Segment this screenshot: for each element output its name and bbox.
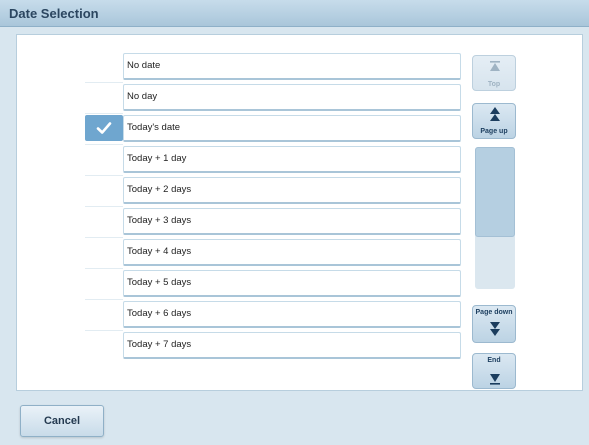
list-item-label: Today's date [123, 115, 461, 142]
page-down-button[interactable]: Page down [472, 305, 516, 343]
list-item-label: Today + 4 days [123, 239, 461, 266]
list-item-label: Today + 2 days [123, 177, 461, 204]
list-item[interactable]: Today + 6 days [85, 301, 461, 328]
list-item-label: Today + 6 days [123, 301, 461, 328]
list-item[interactable]: Today + 4 days [85, 239, 461, 266]
row-separator [85, 144, 123, 145]
scroll-end-button[interactable]: End [472, 353, 516, 389]
row-separator [85, 268, 123, 269]
title-bar: Date Selection [0, 0, 589, 27]
list-item[interactable]: Today + 1 day [85, 146, 461, 173]
check-cell [85, 239, 123, 265]
scroll-track[interactable] [475, 147, 515, 289]
scroll-end-label: End [487, 357, 501, 364]
list-item[interactable]: No day [85, 84, 461, 111]
double-arrow-down-icon [490, 322, 500, 336]
list-item-label: No day [123, 84, 461, 111]
arrow-top-icon [490, 61, 500, 71]
list-item[interactable]: Today + 3 days [85, 208, 461, 235]
double-arrow-up-icon [490, 107, 500, 121]
scroll-top-label: Top [487, 81, 501, 88]
row-separator [85, 113, 123, 114]
check-cell [85, 177, 123, 203]
scroll-thumb[interactable] [475, 147, 515, 237]
list-item-label: Today + 5 days [123, 270, 461, 297]
check-cell [85, 301, 123, 327]
check-cell [85, 115, 123, 141]
list-item-label: No date [123, 53, 461, 80]
list-item[interactable]: Today's date [85, 115, 461, 142]
row-separator [85, 206, 123, 207]
page-up-button[interactable]: Page up [472, 103, 516, 139]
row-separator [85, 175, 123, 176]
check-cell [85, 53, 123, 79]
list-item-label: Today + 1 day [123, 146, 461, 173]
list-item[interactable]: Today + 5 days [85, 270, 461, 297]
list-item-label: Today + 7 days [123, 332, 461, 359]
arrow-end-icon [490, 374, 500, 385]
check-cell [85, 146, 123, 172]
check-cell [85, 84, 123, 110]
list-item[interactable]: No date [85, 53, 461, 80]
checkmark-icon [96, 122, 112, 134]
check-cell [85, 270, 123, 296]
row-separator [85, 299, 123, 300]
check-cell [85, 208, 123, 234]
list-item-label: Today + 3 days [123, 208, 461, 235]
date-selection-panel: No date No day Today's date Today + 1 da… [16, 34, 583, 391]
row-separator [85, 330, 123, 331]
cancel-button[interactable]: Cancel [20, 405, 104, 437]
row-separator [85, 82, 123, 83]
window-title: Date Selection [9, 6, 99, 21]
check-cell [85, 332, 123, 358]
list-item[interactable]: Today + 7 days [85, 332, 461, 359]
page-up-label: Page up [480, 128, 508, 135]
list-item[interactable]: Today + 2 days [85, 177, 461, 204]
row-separator [85, 237, 123, 238]
scroll-top-button[interactable]: Top [472, 55, 516, 91]
page-down-label: Page down [475, 309, 513, 316]
